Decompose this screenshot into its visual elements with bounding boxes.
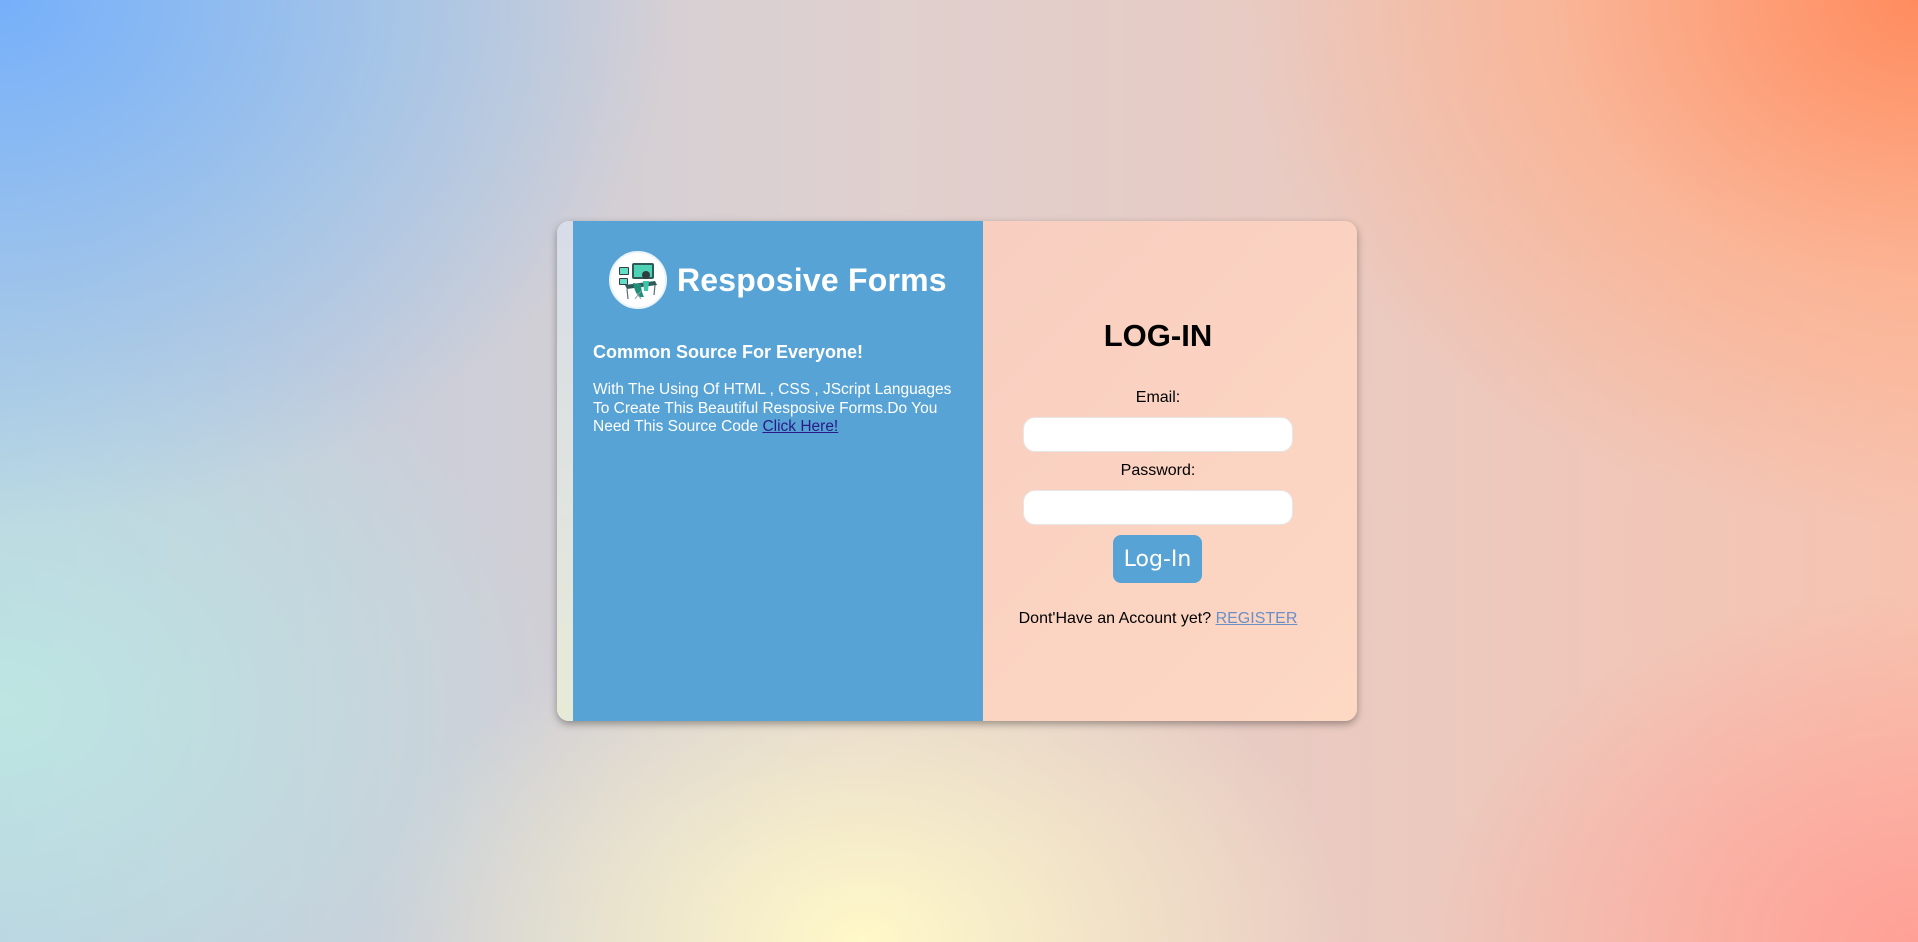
brand: Resposive Forms [609, 251, 947, 309]
description: With The Using Of HTML , CSS , JScript L… [593, 381, 968, 437]
login-panel: LOG-IN Email: Password: Log-In Dont'Have… [983, 221, 1357, 721]
signup-prompt: Dont'Have an Account yet? [1018, 610, 1216, 627]
login-title: LOG-IN [1103, 318, 1213, 353]
source-code-link[interactable]: Click Here! [762, 418, 838, 435]
password-label: Password: [1120, 462, 1196, 479]
tagline: Common Source For Everyone! [593, 342, 864, 362]
info-panel: Resposive Forms Common Source For Everyo… [573, 221, 983, 721]
password-field[interactable] [1023, 490, 1293, 525]
email-field[interactable] [1023, 417, 1293, 452]
workspace-illustration-icon [609, 251, 667, 309]
form-card: Resposive Forms Common Source For Everyo… [557, 221, 1357, 721]
brand-title: Resposive Forms [677, 261, 947, 298]
email-label: Email: [1135, 389, 1181, 406]
register-link[interactable]: REGISTER [1216, 610, 1298, 627]
card-left-edge [557, 221, 573, 721]
signup-row: Dont'Have an Account yet? REGISTER [983, 610, 1333, 628]
login-button[interactable]: Log-In [1113, 535, 1202, 583]
